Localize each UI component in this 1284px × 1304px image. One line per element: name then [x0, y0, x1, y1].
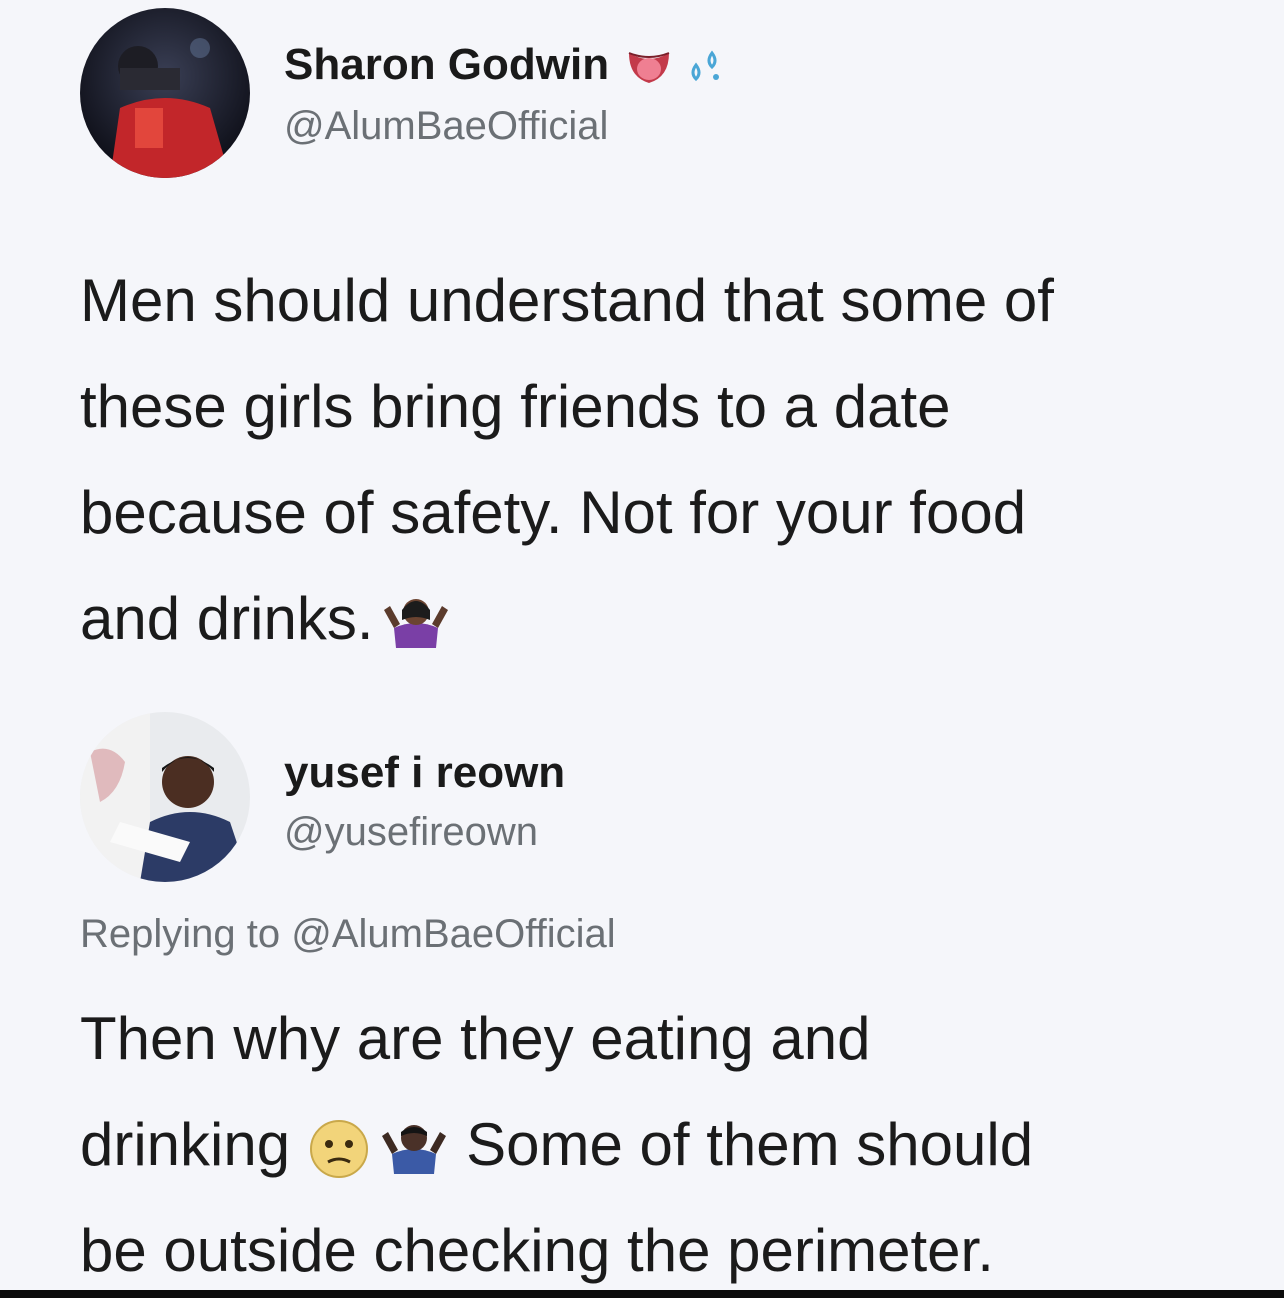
yusef-avatar[interactable] [80, 712, 250, 882]
tweet-body: Men should understand that some of these… [80, 248, 1054, 672]
tweet-line-3: because of safety. Not for your food [80, 479, 1027, 546]
man-shrugging-icon [378, 1120, 450, 1178]
sharon-display-name[interactable]: Sharon Godwin [284, 40, 726, 90]
reply-line-3: be outside checking the perimeter. [80, 1217, 994, 1284]
bottom-edge-bar [0, 1290, 1284, 1298]
replying-to-line: Replying to @AlumBaeOfficial [80, 912, 616, 956]
tweet-line-2: these girls bring friends to a date [80, 373, 951, 440]
reply-line-1: Then why are they eating and [80, 1005, 871, 1072]
confused-face-icon [308, 1118, 370, 1180]
tongue-mouth-icon [625, 47, 673, 87]
tweet-screenshot: Sharon Godwin @AlumBaeOfficial Men shoul… [0, 0, 1284, 1290]
tweet-line-1: Men should understand that some of [80, 267, 1054, 334]
yusef-handle[interactable]: @yusefireown [284, 810, 538, 855]
reply-line-2: drinking Some of them should [80, 1092, 1033, 1198]
sharon-avatar[interactable] [80, 8, 250, 178]
sweat-droplets-icon [686, 47, 726, 87]
yusef-display-name[interactable]: yusef i reown [284, 748, 565, 798]
sharon-handle[interactable]: @AlumBaeOfficial [284, 104, 608, 149]
reply-body: Then why are they eating and drinking So… [80, 986, 1033, 1304]
woman-shrugging-icon [380, 594, 452, 652]
tweet-line-4: and drinks. [80, 566, 1054, 672]
replying-to-mention[interactable]: @AlumBaeOfficial [291, 912, 615, 956]
